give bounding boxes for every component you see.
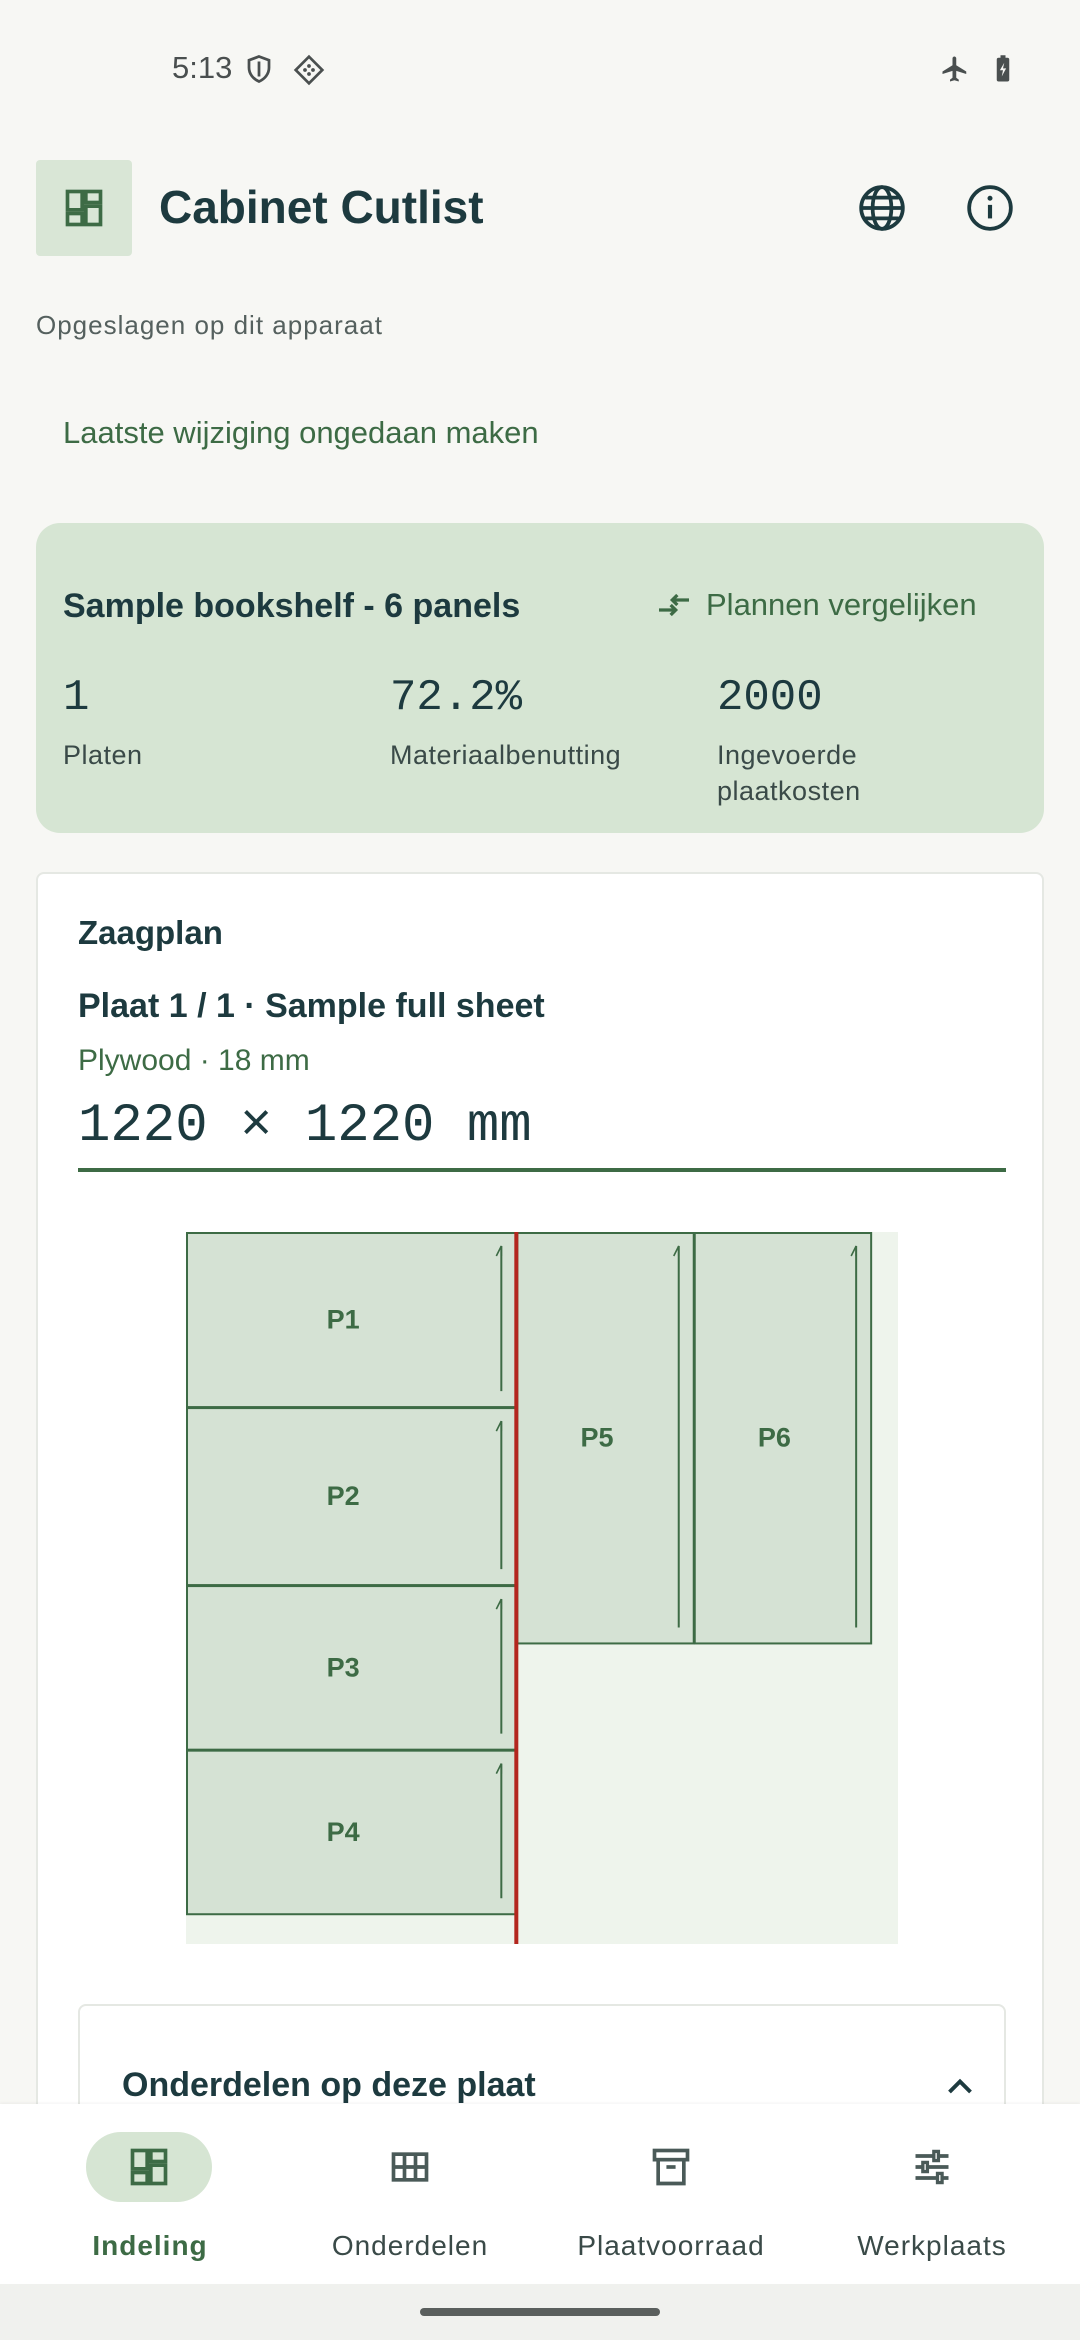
stat-utilization-label: Materiaalbenutting <box>390 740 622 770</box>
nav-werkplaats-label: Werkplaats <box>857 2230 1007 2261</box>
nav-indeling-pill <box>86 2132 212 2202</box>
panel-label-p6: P6 <box>758 1423 791 1453</box>
bottom-navigation: Indeling Onderdelen Plaatvoorraad Werkpl… <box>0 2104 1080 2284</box>
compare-plans-button[interactable]: Plannen vergelijken <box>654 585 977 625</box>
diamond-dots-icon <box>293 54 325 86</box>
saw-plan-title: Zaagplan <box>78 914 223 951</box>
nav-onderdelen-label: Onderdelen <box>331 2230 489 2261</box>
app-title: Cabinet Cutlist <box>159 181 484 233</box>
globe-icon[interactable] <box>852 178 912 238</box>
nav-werkplaats[interactable]: Werkplaats <box>797 2104 1067 2284</box>
stat-sheets-value: 1 <box>63 673 90 723</box>
undo-button[interactable]: Laatste wijziging ongedaan maken <box>63 415 539 451</box>
shield-icon <box>244 54 274 84</box>
status-time: 5:13 <box>172 50 233 85</box>
app-logo <box>36 160 132 256</box>
battery-charging-icon <box>988 54 1018 84</box>
stat-utilization-value: 72.2% <box>390 673 523 723</box>
dashboard-icon <box>65 189 103 227</box>
nav-onderdelen-pill <box>347 2132 473 2202</box>
nav-indeling[interactable]: Indeling <box>0 2104 270 2284</box>
nav-indeling-label: Indeling <box>92 2230 208 2261</box>
stat-cost-value: 2000 <box>717 673 823 723</box>
archive-icon <box>652 2148 690 2186</box>
chevron-up-icon[interactable] <box>942 2068 978 2104</box>
sheet-title: Plaat 1 / 1 · Sample full sheet <box>78 987 545 1025</box>
airplane-icon <box>940 54 970 84</box>
panel-label-p3: P3 <box>327 1652 360 1682</box>
nav-werkplaats-pill <box>869 2132 995 2202</box>
dashboard-icon <box>130 2148 168 2186</box>
sheet-material: Plywood · 18 mm <box>78 1044 310 1077</box>
plan-summary-card: Sample bookshelf - 6 panels Plannen verg… <box>36 523 1044 833</box>
home-indicator[interactable] <box>420 2308 660 2316</box>
panel-label-p1: P1 <box>327 1305 360 1335</box>
saw-plan-card: Zaagplan Plaat 1 / 1 · Sample full sheet… <box>36 872 1044 2204</box>
info-icon[interactable] <box>960 178 1020 238</box>
stat-sheets-label: Platen <box>63 740 143 770</box>
nav-plaatvoorraad[interactable]: Plaatvoorraad <box>536 2104 806 2284</box>
panel-label-p4: P4 <box>327 1817 360 1847</box>
nav-plaatvoorraad-pill <box>608 2132 734 2202</box>
saved-status: Opgeslagen op dit apparaat <box>36 310 383 340</box>
compare-arrows-icon <box>659 593 689 617</box>
plan-name: Sample bookshelf - 6 panels <box>63 587 521 625</box>
cut-diagram: P1 P2 P3 P4 P5 P6 <box>186 1232 898 1944</box>
stat-cost-label: Ingevoerde plaatkosten <box>717 740 861 806</box>
sheet-dimensions: 1220 × 1220 mm <box>78 1096 532 1157</box>
grid-icon <box>391 2152 429 2182</box>
panel-label-p5: P5 <box>581 1423 614 1453</box>
sliders-icon <box>915 2149 949 2185</box>
panel-label-p2: P2 <box>327 1481 360 1511</box>
nav-plaatvoorraad-label: Plaatvoorraad <box>577 2230 765 2261</box>
sheet-divider <box>78 1168 1006 1172</box>
parts-on-sheet-title: Onderdelen op deze plaat <box>122 2066 536 2104</box>
compare-plans-label: Plannen vergelijken <box>706 587 977 622</box>
nav-onderdelen[interactable]: Onderdelen <box>275 2104 545 2284</box>
